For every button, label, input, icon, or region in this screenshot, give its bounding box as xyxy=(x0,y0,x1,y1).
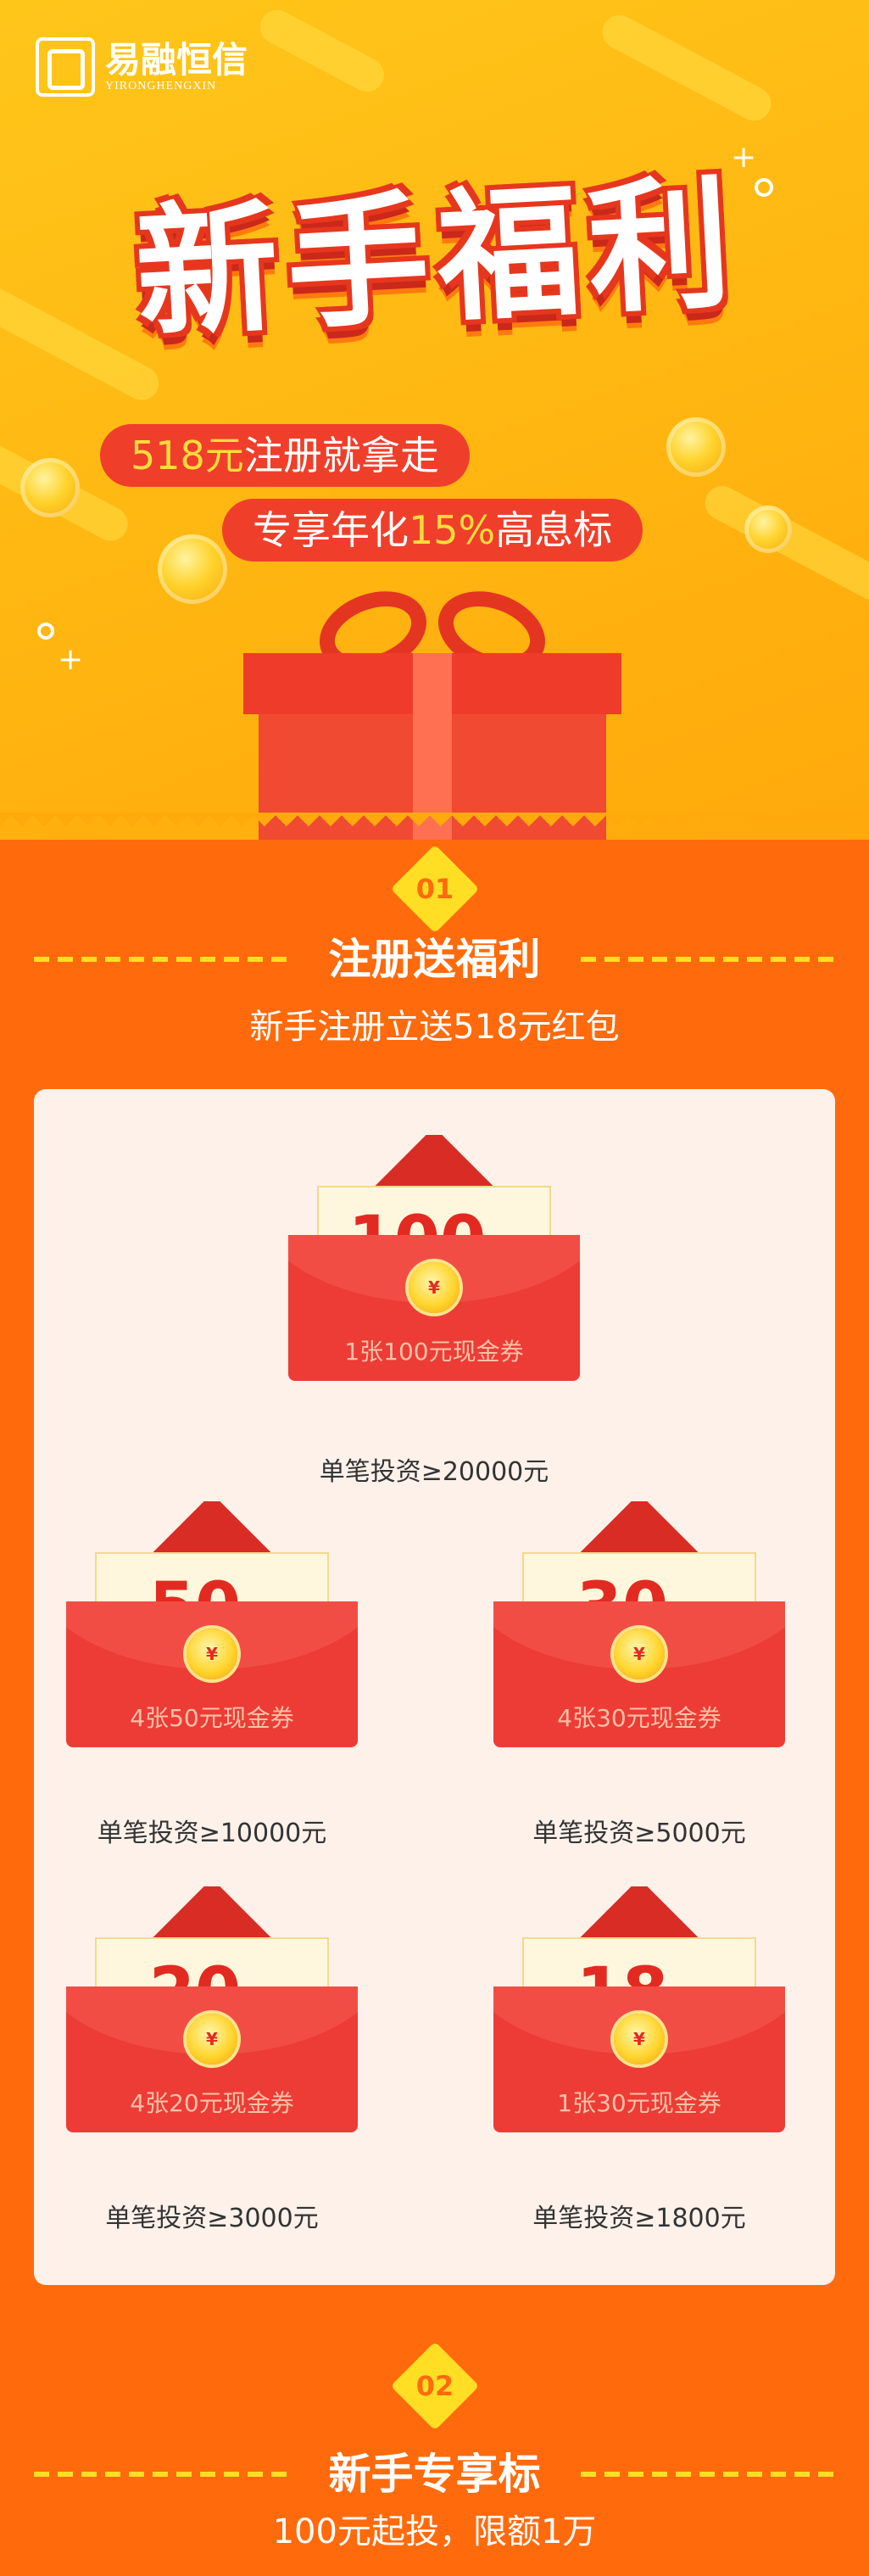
hero-pill-rate: 专享年化15%高息标 xyxy=(222,499,643,562)
yuan-coin-icon: ¥ xyxy=(409,1262,460,1313)
yuan-coin-icon: ¥ xyxy=(187,2014,237,2065)
yuan-coin-icon: ¥ xyxy=(614,1629,665,1679)
invest-condition: 单笔投资≥5000元 xyxy=(532,1819,746,1848)
envelope-note: 1张100元现金券 xyxy=(344,1338,524,1366)
pill-text: 专享年化 xyxy=(253,507,409,553)
section-subtitle: 100元起投，限额1万 xyxy=(272,2512,597,2551)
red-envelope-50[interactable]: 50元 ¥ 4张50元现金券 xyxy=(66,1501,358,1747)
coin-icon xyxy=(158,534,227,604)
sparkle-icon: + xyxy=(58,642,84,677)
pill-text: 高息标 xyxy=(495,507,613,553)
pill-text: 注册就拿走 xyxy=(243,433,439,478)
invest-condition: 单笔投资≥10000元 xyxy=(97,1819,327,1848)
yuan-coin-icon: ¥ xyxy=(187,1629,237,1679)
envelope-note: 4张50元现金券 xyxy=(130,1704,294,1732)
envelope-note: 1张30元现金券 xyxy=(557,2089,721,2117)
gift-box-illustration xyxy=(243,577,621,840)
coin-icon xyxy=(666,417,726,477)
section-number: 01 xyxy=(415,873,454,905)
envelope-note: 4张30元现金券 xyxy=(557,1704,721,1732)
red-envelope-18[interactable]: 18元 ¥ 1张30元现金券 xyxy=(493,1886,785,2132)
brand-logo[interactable]: 易融恒信 YIRONGHENGXIN xyxy=(36,37,248,97)
red-envelope-100[interactable]: 100元 ¥ 1张100元现金券 xyxy=(288,1135,580,1381)
invest-condition: 单笔投资≥3000元 xyxy=(105,2204,319,2233)
decor-stripe xyxy=(253,3,391,98)
invest-condition: 单笔投资≥1800元 xyxy=(532,2204,746,2233)
brand-name-en: YIRONGHENGXIN xyxy=(105,80,217,92)
section-number: 02 xyxy=(415,2370,454,2402)
hero-banner: 易融恒信 YIRONGHENGXIN + + 新手福利 518元注册就拿走 专享… xyxy=(0,0,869,840)
zigzag-divider xyxy=(0,813,869,847)
red-envelope-30[interactable]: 30元 ¥ 4张30元现金券 xyxy=(493,1501,785,1747)
coin-icon xyxy=(744,506,792,553)
logo-icon xyxy=(36,37,95,97)
decor-stripe xyxy=(596,8,777,127)
pill-amount: 518元 xyxy=(131,433,244,478)
section-subtitle: 新手注册立送518元红包 xyxy=(249,1008,620,1047)
hero-title: 新手福利 xyxy=(131,159,744,358)
section-title: 新手专享标 xyxy=(328,2450,541,2499)
pill-rate: 15% xyxy=(409,507,496,553)
envelope-note: 4张20元现金券 xyxy=(130,2089,294,2117)
section-title: 注册送福利 xyxy=(328,935,541,984)
ring-decor-icon xyxy=(37,623,54,640)
hero-pill-register: 518元注册就拿走 xyxy=(100,424,470,487)
red-envelope-20[interactable]: 20元 ¥ 4张20元现金券 xyxy=(66,1886,358,2132)
red-packet-panel: 100元 ¥ 1张100元现金券 单笔投资≥20000元 50元 ¥ 4张50元… xyxy=(34,1089,835,2285)
yuan-coin-icon: ¥ xyxy=(614,2014,665,2065)
brand-name: 易融恒信 xyxy=(105,39,248,81)
invest-condition: 单笔投资≥20000元 xyxy=(319,1457,549,1487)
coin-icon xyxy=(20,458,80,517)
gift-ribbon xyxy=(413,653,452,840)
